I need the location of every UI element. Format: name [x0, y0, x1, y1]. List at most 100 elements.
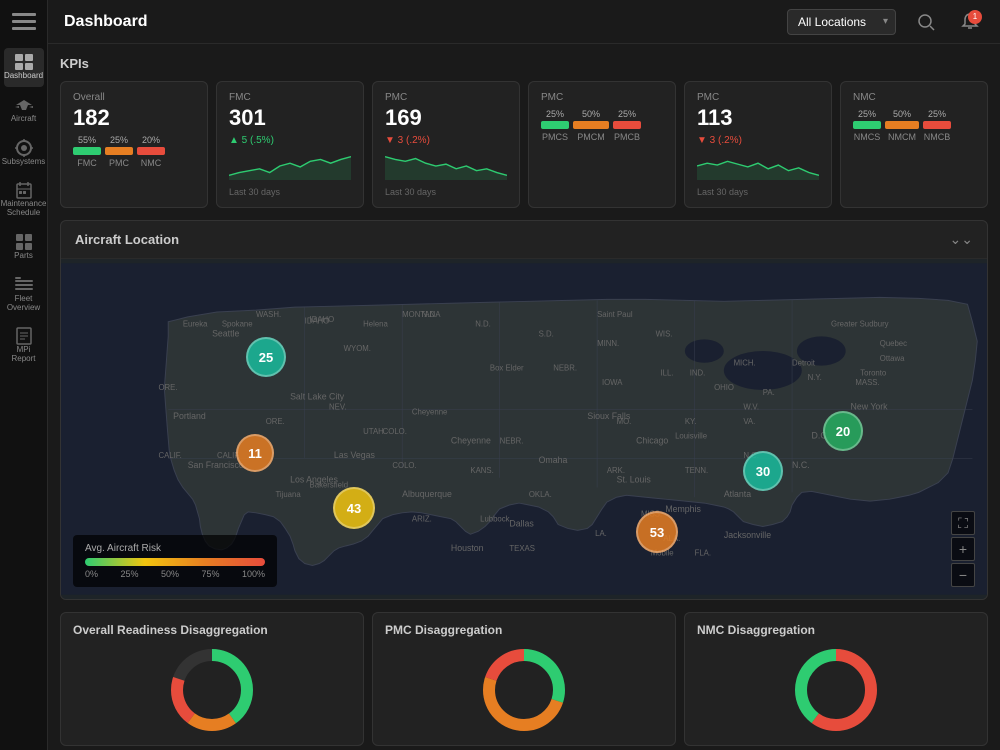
search-icon[interactable] [912, 8, 940, 36]
legend-bar [85, 558, 265, 566]
svg-text:NEBR.: NEBR. [553, 364, 577, 373]
svg-text:Box Elder: Box Elder [490, 364, 524, 373]
kpi-label-fmc: FMC [229, 92, 351, 103]
map-header: Aircraft Location ⌄⌄ [61, 221, 987, 259]
kpi-card-overall: Overall 182 55% FMC 25% PMC [60, 81, 208, 208]
svg-text:Dallas: Dallas [509, 518, 534, 528]
kpi-card-pmc1: PMC 169 ▼ 3 (.2%) Last 30 days [372, 81, 520, 208]
svg-text:IOWA: IOWA [602, 378, 623, 387]
cluster-25[interactable]: 25 [246, 337, 286, 377]
svg-text:Portland: Portland [173, 411, 206, 421]
svg-text:KY.: KY. [685, 417, 697, 426]
map-fullscreen-btn[interactable]: ⛶ [951, 511, 975, 535]
svg-text:OKLA.: OKLA. [529, 490, 552, 499]
svg-text:IND.: IND. [690, 368, 706, 377]
svg-text:CALIF.: CALIF. [158, 451, 181, 460]
cluster-53[interactable]: 53 [636, 511, 678, 553]
kpi-sparkline-pmc1 [385, 152, 507, 180]
sidebar-label-fleet: Fleet Overview [7, 295, 40, 313]
sidebar-item-fleet[interactable]: Fleet Overview [4, 271, 44, 319]
svg-text:KANS.: KANS. [470, 466, 493, 475]
svg-text:Atlanta: Atlanta [724, 489, 751, 499]
svg-text:IDAHO: IDAHO [310, 315, 335, 324]
svg-text:COLO.: COLO. [383, 427, 407, 436]
svg-text:ARIZ.: ARIZ. [412, 515, 432, 524]
svg-text:PA.: PA. [763, 388, 775, 397]
svg-text:NEBR.: NEBR. [500, 437, 524, 446]
cluster-11[interactable]: 11 [236, 434, 274, 472]
kpi-value-fmc: 301 [229, 105, 351, 131]
cluster-20[interactable]: 20 [823, 411, 863, 451]
map-zoom-in-btn[interactable]: + [951, 537, 975, 561]
bottom-grid: Overall Readiness Disaggregation PMC Dis… [60, 612, 988, 746]
kpi-label-overall: Overall [73, 92, 195, 103]
parts-icon [14, 234, 34, 250]
svg-text:Lubbock: Lubbock [480, 515, 510, 524]
map-controls: ⛶ + − [951, 511, 975, 587]
kpi-card-pmc-bars: PMC 25% PMCS 50% PMCM [528, 81, 676, 208]
svg-text:Albuquerque: Albuquerque [402, 489, 452, 499]
kpi-card-pmc2: PMC 113 ▼ 3 (.2%) Last 30 days [684, 81, 832, 208]
map-zoom-out-btn[interactable]: − [951, 563, 975, 587]
kpi-bars-overall: 55% FMC 25% PMC 20% NMC [73, 135, 195, 168]
svg-text:San Francisco: San Francisco [188, 460, 244, 470]
location-select[interactable]: All Locations East Coast West Coast Cent… [787, 9, 896, 35]
cluster-43[interactable]: 43 [333, 487, 375, 529]
header: Dashboard All Locations East Coast West … [48, 0, 1000, 44]
svg-text:Saint Paul: Saint Paul [597, 310, 633, 319]
sidebar-label-mpi: MPi Report [8, 346, 40, 364]
cluster-30[interactable]: 30 [743, 451, 783, 491]
kpi-sparkline-fmc [229, 152, 351, 180]
svg-text:St. Louis: St. Louis [617, 475, 652, 485]
subsystems-icon [14, 140, 34, 156]
map-expand-icon[interactable]: ⌄⌄ [950, 231, 973, 248]
svg-text:Seattle: Seattle [212, 328, 239, 338]
kpi-bar-pmc: 25% PMC [105, 135, 133, 168]
legend-labels: 0% 25% 50% 75% 100% [85, 569, 265, 579]
svg-text:Detroit: Detroit [792, 359, 816, 368]
map-legend: Avg. Aircraft Risk 0% 25% 50% 75% 100% [73, 535, 277, 587]
page-title: Dashboard [64, 13, 771, 31]
svg-text:Memphis: Memphis [665, 504, 701, 514]
map-title: Aircraft Location [75, 232, 179, 247]
donut-overall [73, 645, 351, 735]
svg-text:WYOM.: WYOM. [344, 344, 371, 353]
svg-text:Greater Sudbury: Greater Sudbury [831, 320, 889, 329]
kpis-header: KPIs [60, 56, 988, 71]
svg-text:ORE.: ORE. [158, 383, 177, 392]
notification-icon[interactable]: 1 [956, 8, 984, 36]
bottom-card-pmc: PMC Disaggregation [372, 612, 676, 746]
kpi-sparkline-pmc2 [697, 152, 819, 180]
sidebar-item-dashboard[interactable]: Dashboard [4, 48, 44, 87]
sidebar-item-subsystems[interactable]: Subsystems [4, 134, 44, 173]
map-section: Aircraft Location ⌄⌄ [60, 220, 988, 600]
svg-text:Las Vegas: Las Vegas [334, 450, 376, 460]
sidebar: Dashboard Aircraft Subsystems [0, 0, 48, 750]
svg-text:N.C.: N.C. [792, 460, 810, 470]
kpi-trend-fmc: ▲ 5 (.5%) [229, 135, 351, 146]
bottom-card-title-overall: Overall Readiness Disaggregation [73, 623, 351, 637]
content-area: KPIs Overall 182 55% FMC 25% [48, 44, 1000, 750]
sidebar-label-maintenance: Maintenance Schedule [1, 200, 47, 218]
svg-text:ORE.: ORE. [266, 417, 285, 426]
main-content: Dashboard All Locations East Coast West … [48, 0, 1000, 750]
svg-text:Omaha: Omaha [539, 455, 568, 465]
sidebar-item-aircraft[interactable]: Aircraft [4, 91, 44, 130]
svg-text:ARK.: ARK. [607, 466, 625, 475]
sidebar-item-maintenance[interactable]: Maintenance Schedule [4, 176, 44, 224]
svg-text:New York: New York [851, 402, 889, 412]
kpi-card-nmc-bars: NMC 25% NMCS 50% NMCM [840, 81, 988, 208]
notif-badge: 1 [968, 10, 982, 24]
maintenance-icon [14, 182, 34, 198]
svg-text:MASS.: MASS. [855, 378, 879, 387]
kpi-bar-fmc: 55% FMC [73, 135, 101, 168]
svg-text:OHIO: OHIO [714, 383, 734, 392]
sidebar-label-aircraft: Aircraft [11, 115, 36, 124]
bottom-card-title-pmc: PMC Disaggregation [385, 623, 663, 637]
logo [6, 8, 42, 36]
svg-text:NEV.: NEV. [329, 403, 346, 412]
sidebar-item-mpi[interactable]: MPi Report [4, 322, 44, 370]
svg-text:FLA.: FLA. [695, 549, 711, 558]
kpi-grid: Overall 182 55% FMC 25% PMC [60, 81, 988, 208]
sidebar-item-parts[interactable]: Parts [4, 228, 44, 267]
